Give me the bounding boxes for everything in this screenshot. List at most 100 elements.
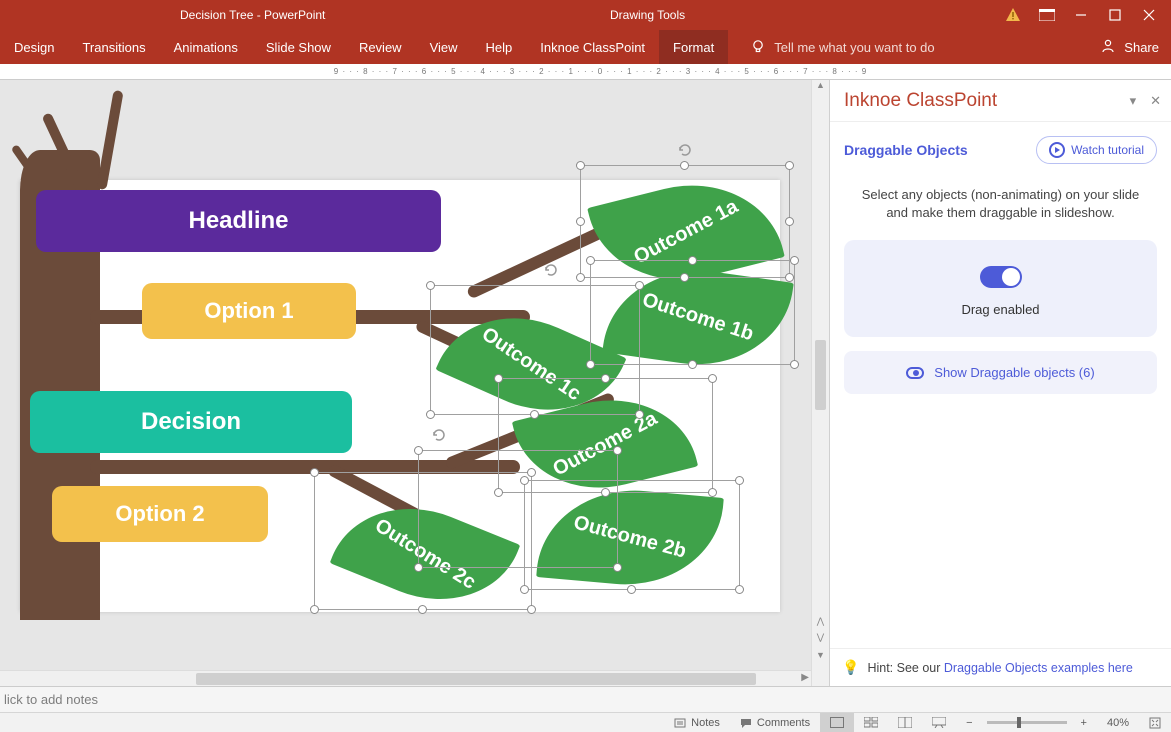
- fit-to-window-button[interactable]: [1139, 713, 1171, 732]
- selection-box[interactable]: [314, 472, 532, 610]
- panel-menu-icon[interactable]: ▾: [1130, 93, 1137, 109]
- resize-handle[interactable]: [527, 605, 536, 614]
- zoom-in-button[interactable]: +: [1071, 713, 1097, 732]
- notes-pane[interactable]: lick to add notes: [0, 686, 1171, 712]
- resize-handle[interactable]: [790, 256, 799, 265]
- notes-label: Notes: [691, 717, 720, 729]
- tab-slideshow[interactable]: Slide Show: [252, 30, 345, 64]
- vertical-scrollbar[interactable]: ▲ ⋀ ⋁ ▼: [811, 80, 829, 686]
- panel-description: Select any objects (non-animating) on yo…: [830, 172, 1171, 240]
- status-bar: Notes Comments − + 40%: [0, 712, 1171, 732]
- tab-view[interactable]: View: [416, 30, 472, 64]
- contextual-tab-label: Drawing Tools: [610, 0, 685, 30]
- slide-sorter-view-button[interactable]: [854, 713, 888, 732]
- resize-handle[interactable]: [627, 585, 636, 594]
- resize-handle[interactable]: [527, 468, 536, 477]
- next-slide-icon[interactable]: ⋁: [812, 632, 829, 648]
- tree-branch-shape[interactable]: [96, 90, 123, 190]
- tab-inknoe-classpoint[interactable]: Inknoe ClassPoint: [526, 30, 659, 64]
- option2-box[interactable]: Option 2: [52, 486, 268, 542]
- resize-handle[interactable]: [310, 605, 319, 614]
- resize-handle[interactable]: [576, 217, 585, 226]
- resize-handle[interactable]: [310, 468, 319, 477]
- resize-handle[interactable]: [418, 605, 427, 614]
- headline-box[interactable]: Headline: [36, 190, 441, 252]
- ruler-ticks: 9 · · · 8 · · · 7 · · · 6 · · · 5 · · · …: [30, 64, 1171, 79]
- resize-handle[interactable]: [688, 256, 697, 265]
- notes-placeholder: lick to add notes: [4, 692, 98, 707]
- maximize-icon[interactable]: [1107, 7, 1123, 23]
- scrollbar-thumb[interactable]: [196, 673, 756, 685]
- scroll-down-icon[interactable]: ▼: [812, 650, 829, 666]
- tab-animations[interactable]: Animations: [160, 30, 252, 64]
- resize-handle[interactable]: [735, 476, 744, 485]
- zoom-out-button[interactable]: −: [956, 713, 982, 732]
- share-button[interactable]: Share: [1124, 40, 1159, 55]
- option1-box[interactable]: Option 1: [142, 283, 356, 339]
- normal-view-button[interactable]: [820, 713, 854, 732]
- resize-handle[interactable]: [785, 217, 794, 226]
- ribbon-display-options-icon[interactable]: [1039, 7, 1055, 23]
- resize-handle[interactable]: [426, 410, 435, 419]
- resize-handle[interactable]: [601, 374, 610, 383]
- resize-handle[interactable]: [785, 161, 794, 170]
- resize-handle[interactable]: [635, 281, 644, 290]
- headline-text: Headline: [188, 207, 288, 235]
- resize-handle[interactable]: [688, 360, 697, 369]
- rotate-handle-icon[interactable]: [677, 142, 693, 158]
- warning-icon[interactable]: [1005, 7, 1021, 23]
- drag-enabled-label: Drag enabled: [854, 302, 1147, 317]
- resize-handle[interactable]: [586, 256, 595, 265]
- show-draggable-objects-button[interactable]: Show Draggable objects (6): [844, 351, 1157, 394]
- zoom-slider-thumb[interactable]: [1017, 717, 1021, 728]
- reading-view-button[interactable]: [888, 713, 922, 732]
- title-bar: Decision Tree - PowerPoint Drawing Tools: [0, 0, 1171, 30]
- zoom-slider[interactable]: [987, 721, 1067, 724]
- window-title: Decision Tree - PowerPoint: [180, 8, 325, 22]
- rotate-handle-icon[interactable]: [543, 262, 559, 278]
- resize-handle[interactable]: [576, 161, 585, 170]
- resize-handle[interactable]: [735, 585, 744, 594]
- slideshow-view-button[interactable]: [922, 713, 956, 732]
- comments-icon: [740, 717, 752, 729]
- resize-handle[interactable]: [790, 360, 799, 369]
- watch-tutorial-label: Watch tutorial: [1071, 143, 1144, 157]
- scroll-right-icon[interactable]: ▶: [801, 672, 809, 683]
- resize-handle[interactable]: [426, 281, 435, 290]
- close-icon[interactable]: [1141, 7, 1157, 23]
- show-draggable-label: Show Draggable objects (6): [934, 365, 1094, 380]
- scroll-up-icon[interactable]: ▲: [812, 80, 829, 96]
- slide-editing-area[interactable]: Headline Option 1 Decision Option 2 Outc…: [0, 80, 811, 686]
- resize-handle[interactable]: [708, 374, 717, 383]
- notes-button[interactable]: Notes: [664, 713, 730, 732]
- tab-format[interactable]: Format: [659, 30, 728, 64]
- drag-enabled-toggle[interactable]: [980, 266, 1022, 288]
- rotate-handle-icon[interactable]: [431, 427, 447, 443]
- scrollbar-thumb[interactable]: [815, 340, 826, 410]
- resize-handle[interactable]: [613, 446, 622, 455]
- comments-button[interactable]: Comments: [730, 713, 820, 732]
- tell-me-search[interactable]: Tell me what you want to do: [750, 39, 934, 55]
- horizontal-scrollbar[interactable]: ▶: [0, 670, 811, 686]
- resize-handle[interactable]: [494, 374, 503, 383]
- comments-label: Comments: [757, 717, 810, 729]
- hint-link[interactable]: Draggable Objects examples here: [944, 661, 1133, 675]
- prev-slide-icon[interactable]: ⋀: [812, 616, 829, 632]
- tab-transitions[interactable]: Transitions: [68, 30, 159, 64]
- zoom-level[interactable]: 40%: [1097, 713, 1139, 732]
- watch-tutorial-button[interactable]: Watch tutorial: [1036, 136, 1157, 164]
- panel-close-icon[interactable]: ✕: [1150, 93, 1161, 109]
- decision-box[interactable]: Decision: [30, 391, 352, 453]
- resize-handle[interactable]: [576, 273, 585, 282]
- selection-box[interactable]: [524, 480, 740, 590]
- resize-handle[interactable]: [414, 446, 423, 455]
- resize-handle[interactable]: [680, 161, 689, 170]
- tab-review[interactable]: Review: [345, 30, 416, 64]
- notes-icon: [674, 717, 686, 729]
- tell-me-placeholder: Tell me what you want to do: [774, 40, 934, 55]
- tab-design[interactable]: Design: [0, 30, 68, 64]
- panel-title: Inknoe ClassPoint: [844, 90, 997, 112]
- decision-text: Decision: [141, 408, 241, 436]
- minimize-icon[interactable]: [1073, 7, 1089, 23]
- tab-help[interactable]: Help: [472, 30, 527, 64]
